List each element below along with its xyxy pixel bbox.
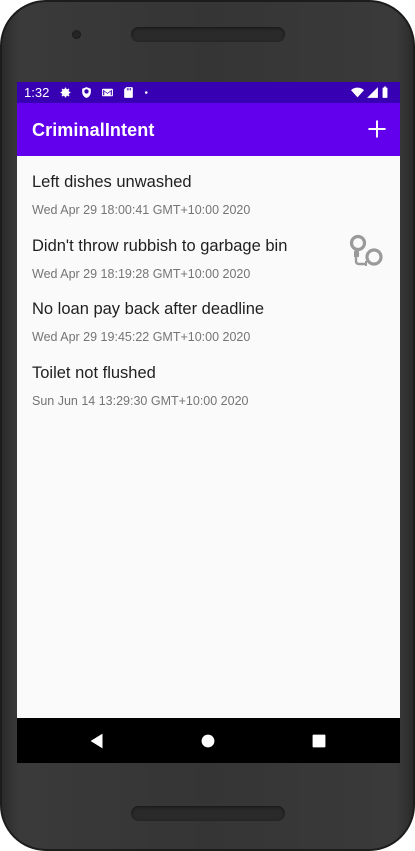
bottom-speaker-grille — [131, 806, 285, 821]
crime-list: Left dishes unwashed Wed Apr 29 18:00:41… — [17, 156, 400, 410]
crime-list-item[interactable]: No loan pay back after deadline Wed Apr … — [17, 283, 400, 347]
gmail-icon — [102, 88, 113, 97]
handcuffs-solved-icon — [349, 234, 383, 266]
battery-icon — [382, 86, 388, 98]
crime-list-item[interactable]: Didn't throw rubbish to garbage bin Wed … — [17, 220, 400, 284]
sd-card-icon — [124, 87, 133, 98]
crime-title: No loan pay back after deadline — [32, 300, 265, 318]
dot-icon — [144, 91, 148, 94]
crime-title: Toilet not flushed — [32, 363, 156, 382]
crime-date: Sun Jun 14 13:29:30 GMT+10:00 2020 — [32, 393, 249, 408]
app-bar: CriminalIntent — [17, 103, 400, 156]
status-time: 1:32 — [24, 85, 50, 100]
crime-date: Wed Apr 29 18:19:28 GMT+10:00 2020 — [32, 266, 251, 281]
signal-icon — [367, 87, 378, 98]
front-camera — [72, 30, 81, 39]
crime-list-item[interactable]: Left dishes unwashed Wed Apr 29 18:00:41… — [17, 156, 400, 220]
screen: 1:32 CriminalIntent Left dishes unwashed… — [17, 82, 400, 763]
wifi-icon — [351, 87, 364, 98]
back-icon[interactable] — [86, 730, 108, 752]
crime-date: Wed Apr 29 19:45:22 GMT+10:00 2020 — [32, 330, 251, 344]
crime-date: Wed Apr 29 18:00:41 GMT+10:00 2020 — [32, 203, 251, 217]
crime-title: Didn't throw rubbish to garbage bin — [32, 236, 288, 255]
app-title: CriminalIntent — [32, 120, 155, 140]
system-nav-bar — [17, 718, 400, 763]
new-crime-plus-icon[interactable] — [364, 116, 390, 142]
phone-frame: 1:32 CriminalIntent Left dishes unwashed… — [0, 0, 415, 851]
shield-icon — [82, 87, 91, 98]
crime-list-item[interactable]: Toilet not flushed Sun Jun 14 13:29:30 G… — [17, 347, 400, 411]
status-bar: 1:32 — [17, 82, 400, 103]
settings-icon — [60, 87, 71, 98]
home-icon[interactable] — [197, 730, 219, 752]
crime-title: Left dishes unwashed — [32, 173, 192, 191]
top-speaker-grille — [131, 27, 285, 42]
recents-icon[interactable] — [308, 730, 330, 752]
